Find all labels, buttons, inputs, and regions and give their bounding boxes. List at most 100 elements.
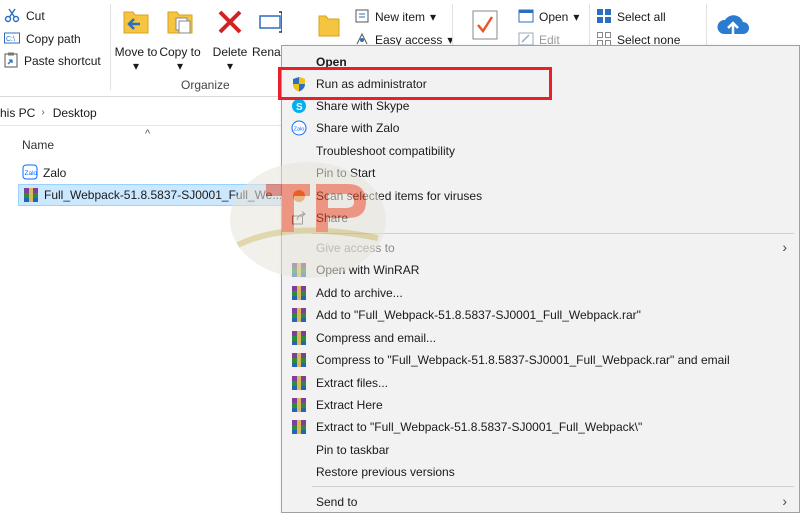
file-item-webpack[interactable]: Full_Webpack-51.8.5837-SJ0001_Full_We... xyxy=(18,184,283,206)
menu-item-extract-here[interactable]: Extract Here xyxy=(282,394,799,416)
folder-icon[interactable] xyxy=(318,12,340,41)
open-label: Open xyxy=(539,10,569,24)
menu-item-troubleshoot[interactable]: Troubleshoot compatibility xyxy=(282,140,799,162)
context-menu: Open Run as administrator S Share with S… xyxy=(281,45,800,513)
menu-item-pin-start[interactable]: Pin to Start xyxy=(282,162,799,184)
column-header[interactable]: ^ Name xyxy=(0,128,285,162)
paste-shortcut-button[interactable]: Paste shortcut xyxy=(4,51,101,71)
copy-path-label: Copy path xyxy=(26,32,81,46)
delete-label: Delete xyxy=(212,45,248,59)
share-icon xyxy=(291,210,307,226)
new-item-label: New item xyxy=(375,10,426,24)
paste-shortcut-label: Paste shortcut xyxy=(24,54,101,68)
rename-button[interactable]: Rena xyxy=(252,6,282,59)
menu-item-share[interactable]: Share xyxy=(282,207,799,229)
delete-button[interactable]: Delete ▾ xyxy=(207,6,253,73)
menu-item-label: Give access to xyxy=(316,241,395,255)
rename-icon xyxy=(258,6,282,41)
winrar-icon xyxy=(291,375,307,391)
chevron-right-icon: › xyxy=(782,493,787,509)
open-icon xyxy=(518,9,534,26)
file-label: Full_Webpack-51.8.5837-SJ0001_Full_We... xyxy=(44,188,283,202)
svg-text:S: S xyxy=(296,102,303,113)
copy-to-icon xyxy=(157,6,203,41)
chevron-down-icon: ▾ xyxy=(132,59,140,73)
breadcrumb-this-pc[interactable]: his PC xyxy=(0,106,35,120)
column-name[interactable]: Name xyxy=(22,138,54,152)
menu-item-scan-viruses[interactable]: Scan selected items for viruses xyxy=(282,185,799,207)
zalo-shortcut-icon: Zalo xyxy=(22,164,38,183)
open-button[interactable]: Open ▾ xyxy=(518,7,579,27)
menu-item-extract-files[interactable]: Extract files... xyxy=(282,372,799,394)
menu-item-send-to[interactable]: Send to › xyxy=(282,491,799,513)
cut-button[interactable]: Cut xyxy=(4,6,45,26)
menu-item-restore-versions[interactable]: Restore previous versions xyxy=(282,461,799,483)
menu-item-extract-to-folder[interactable]: Extract to "Full_Webpack-51.8.5837-SJ000… xyxy=(282,416,799,438)
rename-label: Rena xyxy=(252,45,281,59)
chevron-right-icon: › xyxy=(782,239,787,255)
delete-icon xyxy=(207,6,253,41)
new-item-icon xyxy=(354,8,370,27)
menu-item-label: Share xyxy=(316,211,349,225)
winrar-icon xyxy=(291,352,307,368)
copy-to-label: Copy to xyxy=(159,45,201,59)
menu-item-label: Run as administrator xyxy=(316,77,427,91)
menu-item-label: Compress and email... xyxy=(316,331,437,345)
menu-item-label: Open with WinRAR xyxy=(316,263,420,277)
uac-shield-icon xyxy=(291,76,307,92)
move-to-button[interactable]: Move to ▾ xyxy=(113,6,159,73)
menu-item-label: Pin to taskbar xyxy=(316,443,390,457)
menu-item-label: Share with Zalo xyxy=(316,121,400,135)
menu-item-open-winrar[interactable]: Open with WinRAR xyxy=(282,259,799,281)
ribbon-separator xyxy=(110,4,111,90)
chevron-down-icon: ▾ xyxy=(176,59,184,73)
menu-item-share-skype[interactable]: S Share with Skype xyxy=(282,95,799,117)
menu-item-label: Extract to "Full_Webpack-51.8.5837-SJ000… xyxy=(316,420,643,434)
menu-item-label: Share with Skype xyxy=(316,99,410,113)
menu-item-compress-email[interactable]: Compress and email... xyxy=(282,327,799,349)
svg-text:Zalo: Zalo xyxy=(25,170,38,177)
menu-item-compress-to-rar-email[interactable]: Compress to "Full_Webpack-51.8.5837-SJ00… xyxy=(282,349,799,371)
menu-item-label: Compress to "Full_Webpack-51.8.5837-SJ00… xyxy=(316,353,730,367)
winrar-icon xyxy=(291,307,307,323)
winrar-icon xyxy=(23,187,39,203)
menu-item-add-to-rar[interactable]: Add to "Full_Webpack-51.8.5837-SJ0001_Fu… xyxy=(282,304,799,326)
menu-item-label: Add to "Full_Webpack-51.8.5837-SJ0001_Fu… xyxy=(316,308,641,322)
chevron-right-icon[interactable]: › xyxy=(41,107,44,118)
menu-item-pin-taskbar[interactable]: Pin to taskbar xyxy=(282,439,799,461)
copy-path-icon: C:\ xyxy=(4,32,20,47)
file-item-zalo[interactable]: Zalo Zalo xyxy=(18,162,70,184)
copy-path-button[interactable]: C:\ Copy path xyxy=(4,29,81,49)
winrar-icon xyxy=(291,419,307,435)
antivirus-icon xyxy=(291,188,307,204)
properties-icon[interactable] xyxy=(472,10,498,43)
cut-label: Cut xyxy=(26,9,45,23)
copy-to-button[interactable]: Copy to ▾ xyxy=(157,6,203,73)
menu-item-share-zalo[interactable]: Zalo Share with Zalo xyxy=(282,117,799,139)
new-item-button[interactable]: New item ▾ xyxy=(354,7,436,27)
winrar-icon xyxy=(291,330,307,346)
chevron-down-icon: ▾ xyxy=(573,10,580,24)
menu-item-add-archive[interactable]: Add to archive... xyxy=(282,282,799,304)
cloud-upload-icon[interactable] xyxy=(716,10,750,43)
chevron-down-icon: ▾ xyxy=(430,10,437,24)
breadcrumb-desktop[interactable]: Desktop xyxy=(53,106,97,120)
menu-item-label: Extract files... xyxy=(316,376,389,390)
menu-item-run-as-admin[interactable]: Run as administrator xyxy=(282,73,799,95)
menu-item-give-access[interactable]: Give access to › xyxy=(282,237,799,259)
zalo-icon: Zalo xyxy=(291,120,307,136)
breadcrumb[interactable]: his PC › Desktop xyxy=(0,100,290,126)
scissors-icon xyxy=(4,7,20,26)
sort-ascending-icon: ^ xyxy=(145,128,151,140)
winrar-icon xyxy=(291,397,307,413)
menu-item-label: Add to archive... xyxy=(316,286,403,300)
file-label: Zalo xyxy=(43,166,67,180)
select-all-icon xyxy=(596,8,612,27)
menu-item-label: Extract Here xyxy=(316,398,383,412)
select-all-button[interactable]: Select all xyxy=(596,7,666,27)
menu-item-open[interactable]: Open xyxy=(282,51,799,73)
menu-separator xyxy=(312,233,794,234)
chevron-down-icon: ▾ xyxy=(226,59,234,73)
move-to-label: Move to xyxy=(114,45,158,59)
menu-item-label: Scan selected items for viruses xyxy=(316,189,483,203)
